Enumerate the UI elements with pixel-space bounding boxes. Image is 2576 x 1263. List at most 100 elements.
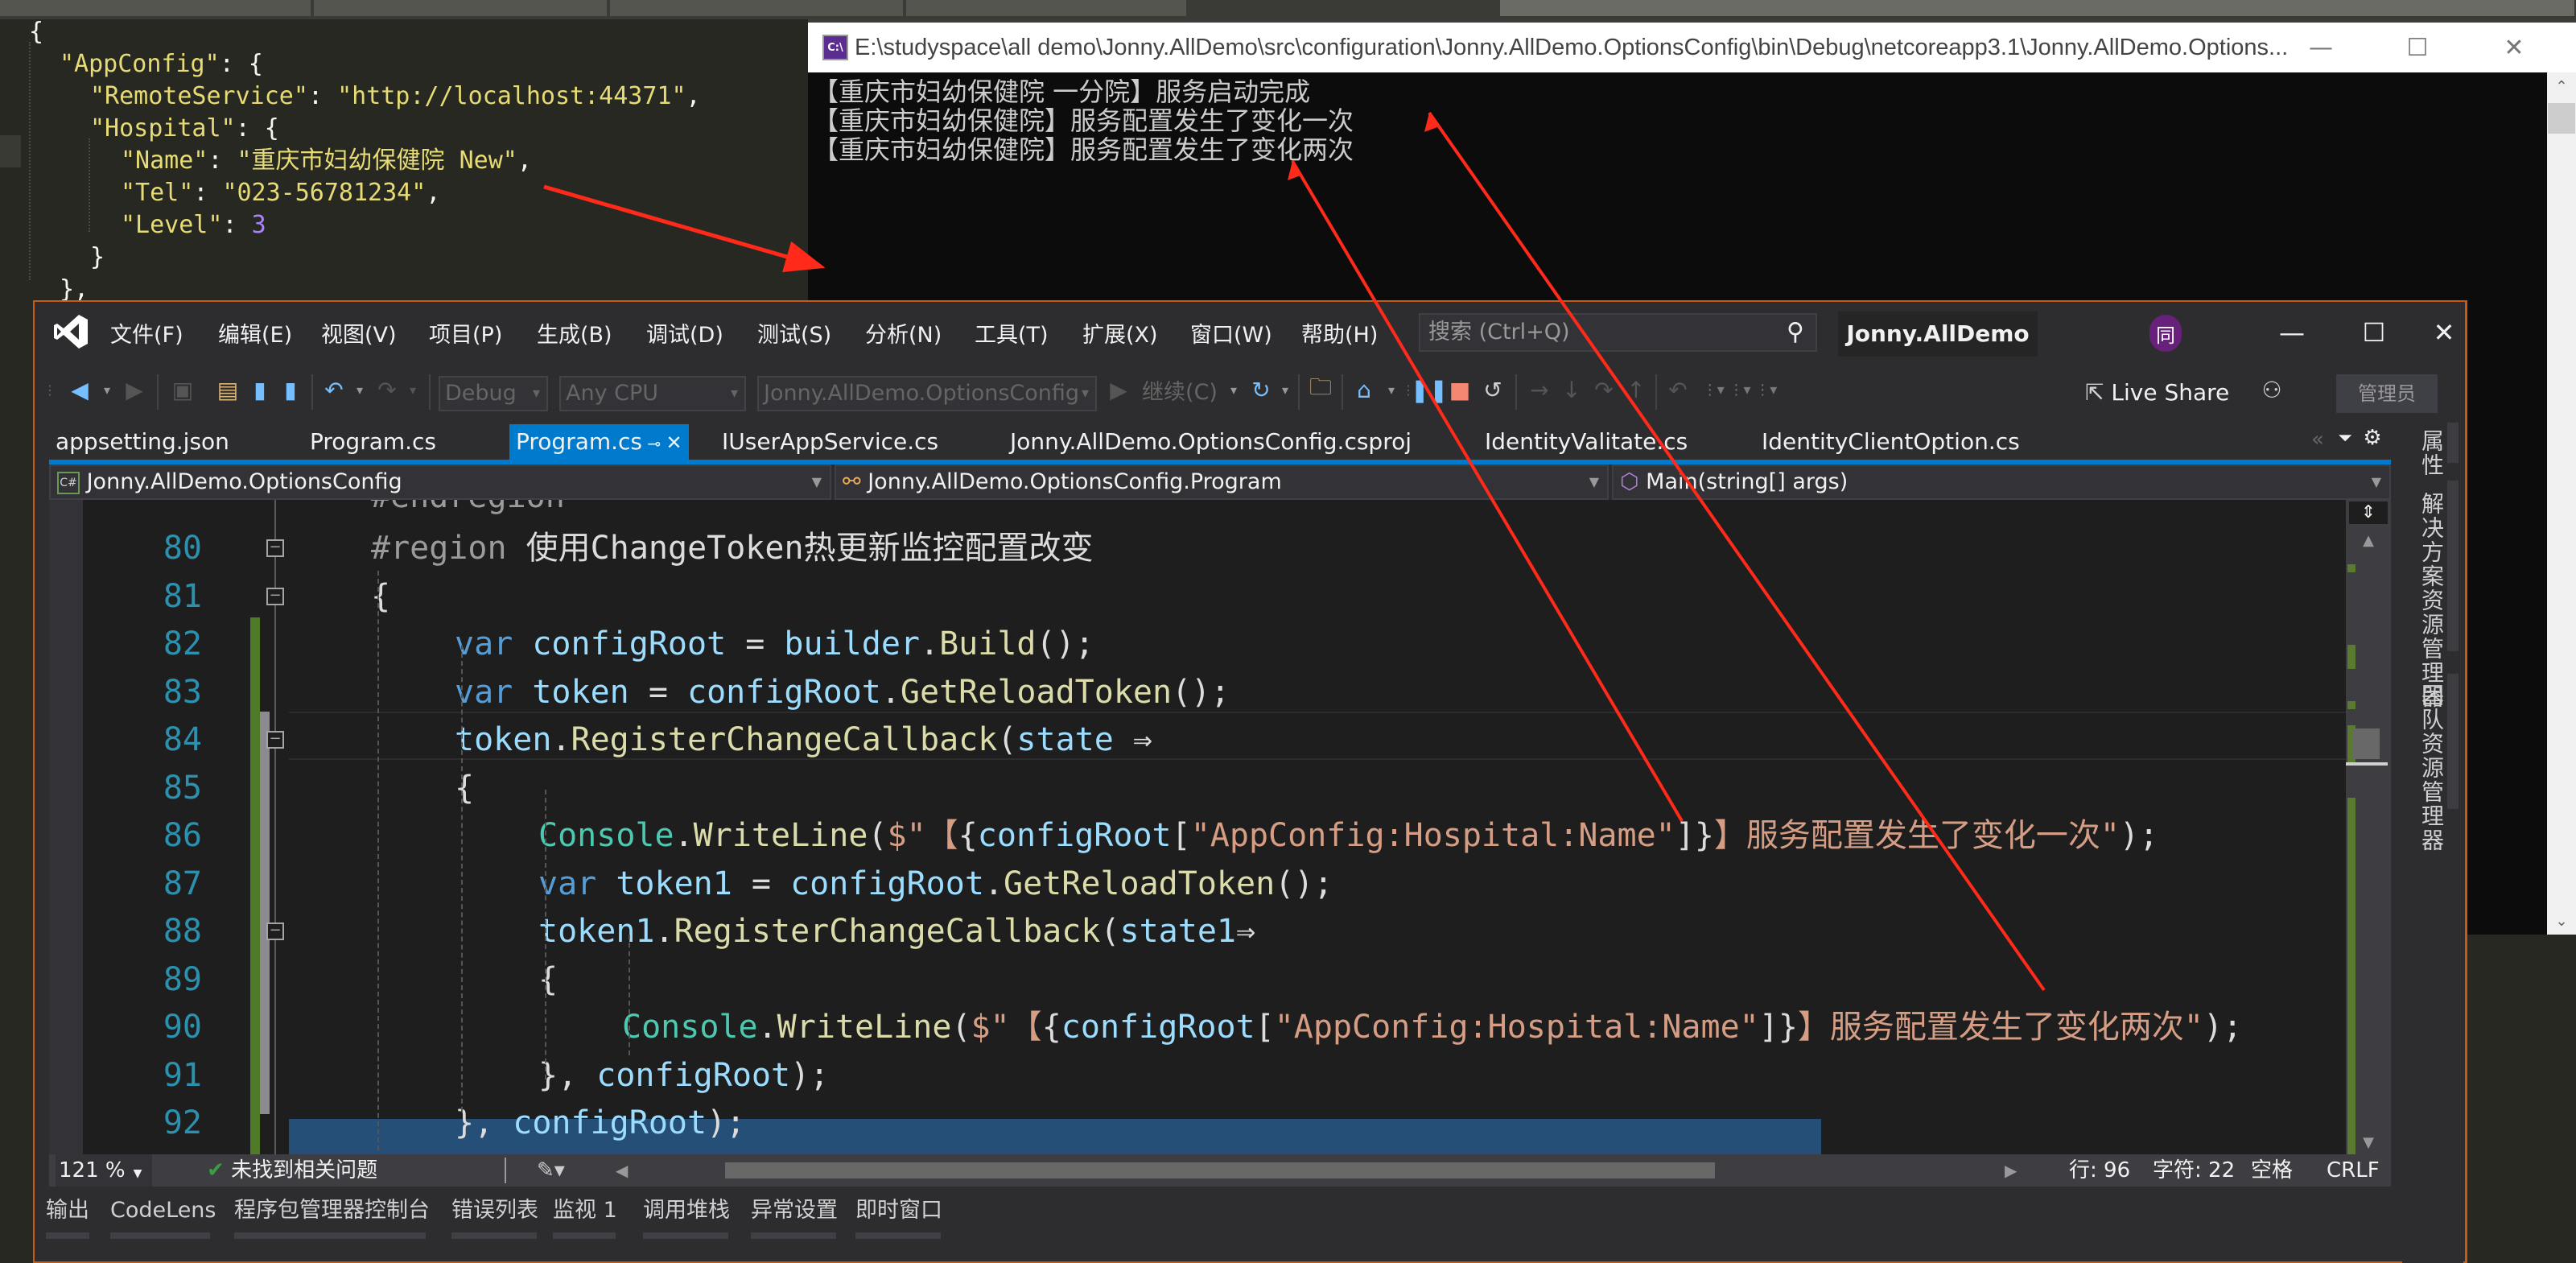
console-titlebar[interactable]: C:\ E:\studyspace\all demo\Jonny.AllDemo…	[808, 23, 2576, 72]
whitespace-indicator[interactable]: 空格	[2251, 1154, 2293, 1187]
type-dropdown[interactable]: ⚯ Jonny.AllDemo.OptionsConfig.Program ▼	[835, 464, 1609, 500]
scroll-left-icon[interactable]: ◀	[616, 1154, 628, 1187]
tool-window-tab[interactable]: 即时窗口	[855, 1192, 942, 1229]
tool-window-tab[interactable]: 异常设置	[751, 1192, 838, 1229]
tool-window-tab[interactable]: 输出	[46, 1192, 89, 1229]
code-editor[interactable]: #endregion 80 − #region 使用ChangeToken热更新监控…	[49, 500, 2391, 1154]
navigate-forward-icon[interactable]: ▶	[118, 373, 150, 407]
save-icon[interactable]: ▮	[245, 373, 274, 407]
stop-icon[interactable]: ■	[1446, 373, 1473, 407]
startup-project-dropdown[interactable]: Jonny.AllDemo.OptionsConfig ▾	[757, 376, 1097, 411]
menu-item[interactable]: 视图(V)	[321, 320, 397, 352]
dropdown-arrow-icon[interactable]: ▾	[352, 373, 368, 407]
split-editor-icon[interactable]: ⇕	[2349, 501, 2388, 524]
vs-close-button[interactable]: ✕	[2420, 308, 2468, 357]
tool-window-tab[interactable]: 错误列表	[451, 1192, 538, 1229]
tab-document[interactable]: Jonny.AllDemo.OptionsConfig.csproj	[1004, 424, 1418, 460]
menu-item[interactable]: 分析(N)	[865, 320, 942, 352]
menu-item[interactable]: 生成(B)	[537, 320, 612, 352]
platform-dropdown[interactable]: Any CPU ▾	[559, 376, 746, 411]
zoom-dropdown[interactable]: 121 % ▼	[56, 1154, 152, 1187]
tool-window-tab[interactable]: CodeLens	[110, 1192, 216, 1229]
tab-document[interactable]: IdentityClientOption.cs	[1755, 424, 2026, 460]
menu-item[interactable]: 工具(T)	[975, 320, 1049, 352]
tab-segment[interactable]	[314, 0, 608, 16]
side-tab-team-explorer[interactable]: 团队资源管理器	[2415, 683, 2447, 852]
console-scrollbar[interactable]: ⌃ ⌄	[2547, 72, 2576, 935]
menu-item[interactable]: 帮助(H)	[1301, 320, 1378, 352]
project-dropdown[interactable]: C# Jonny.AllDemo.OptionsConfig ▼	[49, 464, 831, 500]
menu-item[interactable]: 项目(P)	[429, 320, 502, 352]
side-tab-properties[interactable]: 属性	[2415, 429, 2447, 477]
brush-icon[interactable]: ✎▾	[537, 1154, 565, 1187]
console-minimize-button[interactable]: —	[2283, 23, 2359, 72]
pin-icon[interactable]: ⊸	[642, 434, 666, 453]
collapse-icon[interactable]: −	[266, 587, 284, 605]
tool-window-tab[interactable]: 调用堆栈	[643, 1192, 730, 1229]
undo-icon[interactable]: ↶	[318, 373, 350, 407]
tab-segment[interactable]	[906, 0, 1188, 16]
toolbar-overflow-icon[interactable]: ⋮▾ ⋮▾ ⋮▾	[1696, 373, 1784, 407]
new-project-icon[interactable]: ▣	[167, 373, 199, 407]
gear-icon[interactable]: ⚙	[2360, 421, 2384, 455]
dropdown-arrow-icon[interactable]: ▾	[405, 373, 421, 407]
scroll-right-icon[interactable]: ▶	[2005, 1154, 2017, 1187]
tab-scroll-left-icon[interactable]: «	[2306, 423, 2330, 456]
tab-document[interactable]: IUserAppService.cs	[715, 424, 945, 460]
tab-list-dropdown-icon[interactable]: ⏷	[2333, 421, 2357, 455]
menu-item[interactable]: 调试(D)	[646, 320, 723, 352]
side-tab-solution-explorer[interactable]: 解决方案资源管理器	[2415, 492, 2447, 709]
collapse-icon[interactable]: −	[266, 731, 284, 749]
user-feedback-icon[interactable]: ⚇	[2256, 373, 2288, 407]
collapse-icon[interactable]: −	[266, 922, 284, 940]
step-into-icon[interactable]: ↓	[1557, 373, 1586, 407]
tab-segment[interactable]	[610, 0, 905, 16]
browser-home-icon[interactable]: ⌂	[1348, 373, 1380, 407]
scroll-up-icon[interactable]: ⌃	[2547, 72, 2576, 100]
restart-icon[interactable]: ↺	[1477, 373, 1509, 407]
show-next-statement-icon[interactable]: →	[1523, 373, 1556, 407]
search-icon[interactable]: ⚲	[1787, 315, 1804, 350]
issues-indicator[interactable]: ✔ 未找到相关问题	[207, 1154, 377, 1187]
scroll-down-icon[interactable]: ▼	[2346, 1134, 2391, 1151]
tab-segment[interactable]	[1500, 0, 2576, 16]
scroll-down-icon[interactable]: ⌄	[2547, 907, 2576, 935]
find-in-files-icon[interactable]: 🗀	[1304, 373, 1337, 407]
undo-close-icon[interactable]: ↶	[1662, 373, 1694, 407]
live-share-button[interactable]: ⇱ Live Share	[2085, 376, 2229, 410]
navigate-back-icon[interactable]: ◀	[64, 373, 96, 407]
scroll-up-icon[interactable]: ▲	[2346, 532, 2391, 549]
scroll-thumb[interactable]	[2352, 728, 2380, 759]
member-dropdown[interactable]: ⬡ Main(string[] args) ▼	[1612, 464, 2391, 500]
tab-document[interactable]: appsetting.json	[49, 424, 236, 460]
menu-item[interactable]: 编辑(E)	[218, 320, 292, 352]
collapse-icon[interactable]: −	[266, 539, 284, 557]
play-icon[interactable]: ▶	[1107, 373, 1131, 407]
continue-button[interactable]: 继续(C)	[1136, 373, 1224, 407]
search-box[interactable]: 搜索 (Ctrl+Q) ⚲	[1419, 313, 1817, 352]
menu-item[interactable]: 扩展(X)	[1082, 320, 1158, 352]
refresh-icon[interactable]: ↻	[1245, 373, 1277, 407]
console-maximize-button[interactable]: ☐	[2380, 23, 2455, 72]
dropdown-arrow-icon[interactable]: ▾	[1383, 373, 1399, 407]
visual-studio-window[interactable]: 文件(F) 编辑(E) 视图(V) 项目(P) 生成(B) 调试(D) 测试(S) 分析(N)…	[33, 300, 2467, 1263]
scroll-thumb[interactable]	[2548, 103, 2575, 134]
tab-active-document[interactable]: Program.cs ⊸ ✕	[509, 424, 689, 460]
menu-item[interactable]: 窗口(W)	[1190, 320, 1272, 352]
menu-item[interactable]: 文件(F)	[110, 320, 183, 352]
toolbar-grip-icon[interactable]: ⋮	[43, 373, 56, 407]
line-ending-indicator[interactable]: CRLF	[2327, 1154, 2380, 1187]
vs-minimize-button[interactable]: —	[2256, 308, 2328, 357]
save-all-icon[interactable]: ▮	[276, 373, 305, 407]
step-over-icon[interactable]: ↷	[1588, 373, 1620, 407]
menu-item[interactable]: 测试(S)	[757, 320, 831, 352]
close-tab-icon[interactable]: ✕	[666, 431, 682, 454]
tab-document[interactable]: Program.cs	[303, 424, 443, 460]
tab-document[interactable]: IdentityValitate.cs	[1478, 424, 1694, 460]
redo-icon[interactable]: ↷	[371, 373, 403, 407]
horizontal-scroll-thumb[interactable]	[725, 1162, 1715, 1178]
step-out-icon[interactable]: ↑	[1622, 373, 1651, 407]
feedback-icon[interactable]: 同	[2149, 315, 2182, 352]
dropdown-arrow-icon[interactable]: ▾	[99, 373, 115, 407]
tool-window-tab[interactable]: 程序包管理器控制台	[234, 1192, 430, 1229]
